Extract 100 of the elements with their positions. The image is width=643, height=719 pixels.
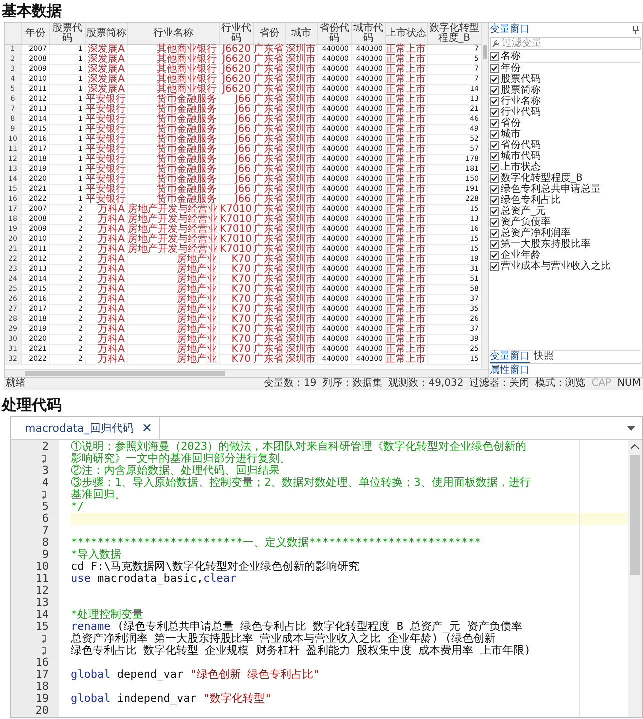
checkbox[interactable] — [490, 52, 499, 61]
variable-name[interactable]: 企业年龄 — [501, 250, 541, 261]
variable-name[interactable]: 年份 — [501, 63, 521, 74]
table-cell: 正常上市 — [385, 85, 427, 94]
table-cell: K7010 — [219, 205, 253, 214]
table-cell: 深发展A — [85, 75, 127, 84]
table-cell: J66 — [219, 115, 253, 124]
table-cell: K70 — [219, 265, 253, 274]
variable-name[interactable]: 绿色专利总共申请总量 — [501, 184, 601, 195]
checkbox[interactable] — [490, 64, 499, 73]
variable-name[interactable]: 行业代码 — [501, 107, 541, 118]
table-cell: 广东省 — [253, 95, 285, 104]
file-tab[interactable]: macrodata_回归代码 × — [11, 417, 160, 439]
line-number: 8 — [42, 537, 49, 549]
checkbox[interactable] — [490, 174, 499, 183]
line-number: 4 — [42, 477, 49, 489]
table-cell: 深圳市 — [285, 185, 317, 194]
variable-name[interactable]: 股票简称 — [501, 85, 541, 96]
table-cell: 万科A — [85, 355, 127, 364]
column-header[interactable]: 行业名称 — [127, 23, 219, 44]
column-header[interactable]: 行业代码 — [219, 23, 253, 44]
table-cell: 广东省 — [253, 305, 285, 314]
checkbox[interactable] — [490, 75, 499, 84]
checkbox[interactable] — [490, 130, 499, 139]
scrollbar[interactable] — [628, 440, 642, 717]
checkbox[interactable] — [490, 97, 499, 106]
pin-icon[interactable] — [633, 26, 639, 34]
scroll-up-icon[interactable] — [631, 444, 639, 449]
checkbox[interactable] — [490, 152, 499, 161]
column-header[interactable]: 股票代码 — [49, 23, 85, 44]
column-header[interactable]: 股票简称 — [85, 23, 127, 44]
panel-tab[interactable]: 快照 — [534, 351, 554, 363]
variable-name[interactable]: 行业名称 — [501, 96, 541, 107]
variable-name[interactable]: 总资产净利润率 — [501, 228, 571, 239]
key-indicator: CAP — [592, 378, 612, 390]
checkbox[interactable] — [490, 229, 499, 238]
variable-name[interactable]: 股票代码 — [501, 74, 541, 85]
variable-name[interactable]: 城市 — [501, 129, 521, 140]
variable-name[interactable]: 上市状态 — [501, 162, 541, 173]
table-cell: 正常上市 — [385, 325, 427, 334]
variable-name[interactable]: 城市代码 — [501, 151, 541, 162]
table-cell: 深圳市 — [285, 325, 317, 334]
column-header[interactable]: 城市代码 — [351, 23, 385, 44]
table-cell: 广东省 — [253, 325, 285, 334]
checkbox[interactable] — [490, 218, 499, 227]
code-line: use macrodata_basic,clear — [70, 573, 237, 585]
panel-tab[interactable]: 变量窗口 — [490, 351, 530, 363]
variable-name[interactable]: 省份代码 — [501, 140, 541, 151]
code-line: 绿色专利占比 数字化转型 企业规模 财务杠杆 盈利能力 股权集中度 成本费用率 上市年限) — [70, 645, 531, 657]
checkbox[interactable] — [490, 207, 499, 216]
variable-name[interactable]: 省份 — [501, 118, 521, 129]
checkbox[interactable] — [490, 196, 499, 205]
table-cell: 正常上市 — [385, 225, 427, 234]
table-cell: 深圳市 — [285, 345, 317, 354]
checkbox[interactable] — [490, 86, 499, 95]
column-header[interactable]: 名称 — [501, 51, 521, 62]
table-cell: J6620 — [219, 45, 253, 54]
table-cell: 房地产业 — [127, 345, 219, 354]
table-cell: K7010 — [219, 235, 253, 244]
column-header[interactable]: 省份 — [253, 23, 285, 44]
table-cell: 深圳市 — [285, 285, 317, 294]
table-cell: 房地产业 — [127, 285, 219, 294]
table-cell: 货币金融服务 — [127, 195, 219, 204]
scrollbar[interactable] — [481, 23, 488, 369]
table-cell: 平安银行 — [85, 125, 127, 134]
table-cell: 房地产业 — [127, 335, 219, 344]
close-button[interactable]: × — [142, 420, 153, 436]
panel-title: 属性窗口 — [490, 364, 530, 377]
checkbox[interactable] — [490, 240, 499, 249]
table-cell: 深发展A — [85, 65, 127, 74]
variable-name[interactable]: 绿色专利占比 — [501, 195, 561, 206]
checkbox[interactable] — [490, 119, 499, 128]
checkbox[interactable] — [490, 251, 499, 260]
checkbox[interactable] — [490, 262, 499, 271]
table-cell: 广东省 — [253, 85, 285, 94]
table-cell: 万科A — [85, 245, 127, 254]
table-cell: 广东省 — [253, 175, 285, 184]
table-cell: 深圳市 — [285, 45, 317, 54]
column-header[interactable]: 上市状态 — [385, 23, 427, 44]
checkbox[interactable] — [490, 141, 499, 150]
variable-name[interactable]: 营业成本与营业收入之比 — [501, 261, 611, 272]
table-cell: 正常上市 — [385, 265, 427, 274]
variable-name[interactable]: 第一大股东持股比率 — [501, 239, 591, 250]
checkbox[interactable] — [490, 163, 499, 172]
column-header[interactable]: 省份代码 — [317, 23, 351, 44]
code-line: global independ_var "数字化转型" — [70, 693, 272, 705]
table-cell: 深圳市 — [285, 85, 317, 94]
column-header[interactable]: 城市 — [285, 23, 317, 44]
caret-icon[interactable] — [627, 426, 636, 430]
column-header[interactable]: 年份 — [21, 23, 49, 44]
table-cell: J6620 — [219, 75, 253, 84]
table-cell: 深发展A — [85, 85, 127, 94]
variable-name[interactable]: 总资产_元 — [501, 206, 546, 217]
checkbox[interactable] — [490, 108, 499, 117]
table-cell: 正常上市 — [385, 45, 427, 54]
variable-name[interactable]: 数字化转型程度_B — [501, 173, 583, 184]
scrollbar[interactable] — [5, 369, 488, 377]
checkbox[interactable] — [490, 185, 499, 194]
variable-name[interactable]: 资产负债率 — [501, 217, 551, 228]
table-cell: 正常上市 — [385, 115, 427, 124]
